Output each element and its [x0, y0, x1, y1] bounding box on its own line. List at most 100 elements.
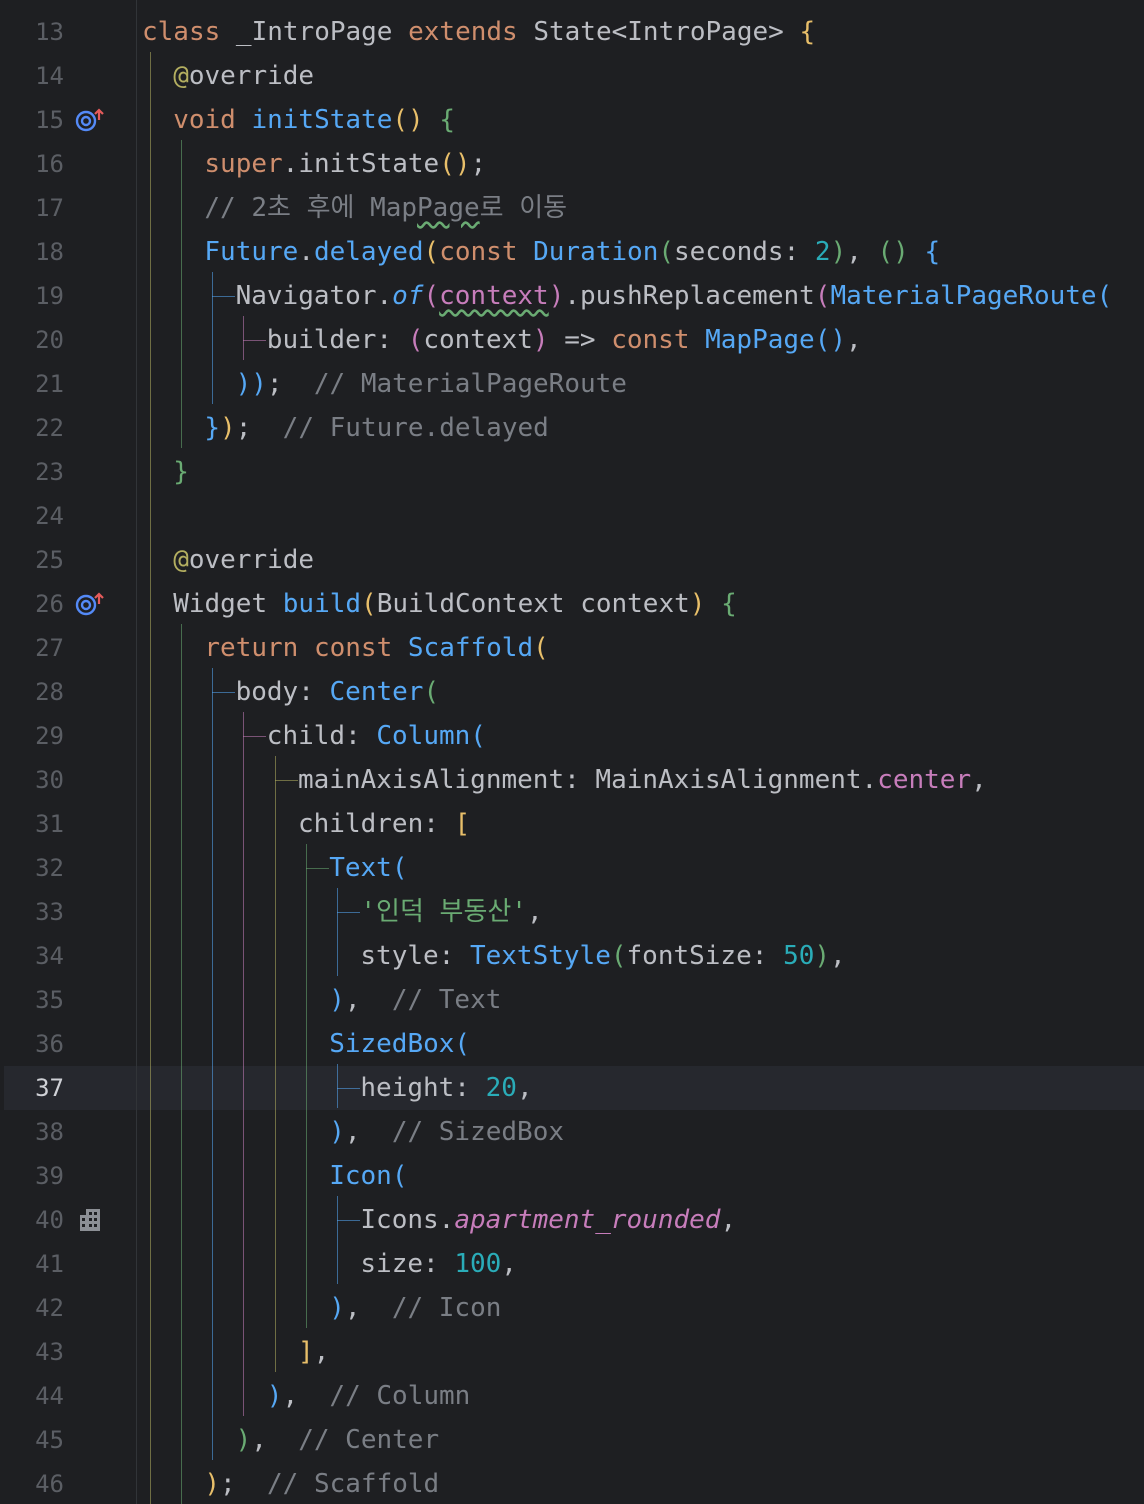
code-line[interactable]: Navigator.of(context).pushReplacement(Ma… [137, 274, 1144, 318]
code-token: , [501, 1249, 517, 1279]
gutter-row[interactable]: 25 [0, 538, 136, 582]
line-number: 25 [35, 546, 64, 574]
code-line[interactable]: // 2초 후에 MapPage로 이동 [137, 186, 1144, 230]
code-line[interactable]: style: TextStyle(fontSize: 50), [137, 934, 1144, 978]
gutter-row[interactable]: 20 [0, 318, 136, 362]
code-token: , [516, 1073, 533, 1103]
code-line[interactable]: Icons.apartment_rounded, [137, 1198, 1144, 1242]
line-number: 35 [35, 986, 64, 1014]
code-line-text: body: Center( [236, 670, 440, 714]
code-line[interactable]: ), // SizedBox [137, 1110, 1144, 1154]
gutter-row[interactable]: 22 [0, 406, 136, 450]
code-line[interactable]: height: 20, [137, 1066, 1144, 1110]
code-line[interactable]: ), // Icon [137, 1286, 1144, 1330]
code-line[interactable]: ), // Center [137, 1418, 1144, 1462]
gutter-row[interactable]: 35 [0, 978, 136, 1022]
code-line[interactable]: SizedBox( [137, 1022, 1144, 1066]
code-line[interactable]: Icon( [137, 1154, 1144, 1198]
code-line[interactable]: )); // MaterialPageRoute [137, 362, 1144, 406]
code-token: ) [548, 281, 565, 311]
gutter-row[interactable]: 13 [0, 10, 136, 54]
code-line[interactable]: class _IntroPage extends State<IntroPage… [137, 10, 1144, 54]
gutter-row[interactable]: 43 [0, 1330, 136, 1374]
code-token: )) [235, 369, 267, 399]
code-line[interactable] [137, 494, 1144, 538]
apartment-icon[interactable] [74, 1206, 106, 1234]
code-token: Column [376, 721, 471, 751]
line-number: 43 [35, 1338, 64, 1366]
gutter-row[interactable]: 26 [0, 582, 136, 626]
code-token: ( [391, 1161, 408, 1191]
gutter-row[interactable]: 30 [0, 758, 136, 802]
gutter-row[interactable]: 23 [0, 450, 136, 494]
code-line-text: // 2초 후에 MapPage로 이동 [204, 186, 567, 230]
code-line[interactable]: size: 100, [137, 1242, 1144, 1286]
code-line[interactable]: ); // Scaffold [137, 1462, 1144, 1504]
code-line[interactable]: '인덕 부동산', [137, 890, 1144, 934]
code-token: // MaterialPageRoute [313, 369, 627, 399]
gutter-row[interactable]: 45 [0, 1418, 136, 1462]
code-line[interactable]: ], [137, 1330, 1144, 1374]
gutter-row[interactable]: 42 [0, 1286, 136, 1330]
code-line[interactable]: ), // Text [137, 978, 1144, 1022]
gutter-row[interactable]: 34 [0, 934, 136, 978]
gutter-row[interactable]: 16 [0, 142, 136, 186]
code-line[interactable]: body: Center( [137, 670, 1144, 714]
gutter-row[interactable]: 39 [0, 1154, 136, 1198]
override-method-icon[interactable] [74, 590, 106, 618]
code-token: State<IntroPage> [533, 17, 800, 47]
code-line[interactable]: child: Column( [137, 714, 1144, 758]
code-editor[interactable]: 13 14 15 16 17 18 19 20 21 22 23 24 25 26 27 28 29 30 31 32… [0, 0, 1144, 1504]
code-line[interactable]: mainAxisAlignment: MainAxisAlignment.cen… [137, 758, 1144, 802]
code-line[interactable]: @override [137, 54, 1144, 98]
gutter-row[interactable]: 14 [0, 54, 136, 98]
gutter-row[interactable]: 18 [0, 230, 136, 274]
code-line-text: )); // MaterialPageRoute [236, 362, 627, 406]
code-line-text: ), // Column [267, 1374, 471, 1418]
code-line[interactable]: builder: (context) => const MapPage(), [137, 318, 1144, 362]
code-line-text: ), // SizedBox [329, 1110, 564, 1154]
code-line[interactable]: @override [137, 538, 1144, 582]
gutter-row[interactable]: 37 [0, 1066, 136, 1110]
code-line-text: } [173, 450, 189, 494]
line-number-gutter[interactable]: 13 14 15 16 17 18 19 20 21 22 23 24 25 26 27 28 29 30 31 32… [0, 0, 137, 1504]
code-line[interactable]: }); // Future.delayed [137, 406, 1144, 450]
gutter-row[interactable]: 17 [0, 186, 136, 230]
code-token: ( [610, 941, 627, 971]
code-token: ) [329, 1293, 345, 1323]
gutter-row[interactable]: 24 [0, 494, 136, 538]
line-number: 28 [35, 678, 64, 706]
code-line[interactable]: super.initState(); [137, 142, 1144, 186]
code-line[interactable]: void initState() { [137, 98, 1144, 142]
code-token: @ [173, 545, 189, 575]
gutter-row[interactable]: 36 [0, 1022, 136, 1066]
code-line[interactable]: return const Scaffold( [137, 626, 1144, 670]
code-line-text: height: 20, [360, 1066, 532, 1110]
gutter-row[interactable]: 38 [0, 1110, 136, 1154]
code-line[interactable]: } [137, 450, 1144, 494]
gutter-row[interactable]: 29 [0, 714, 136, 758]
override-method-icon[interactable] [74, 106, 106, 134]
gutter-row[interactable]: 32 [0, 846, 136, 890]
line-number: 44 [35, 1382, 64, 1410]
gutter-row[interactable]: 33 [0, 890, 136, 934]
gutter-row[interactable]: 40 [0, 1198, 136, 1242]
gutter-row[interactable]: 28 [0, 670, 136, 714]
code-line[interactable]: Text( [137, 846, 1144, 890]
code-line[interactable]: ), // Column [137, 1374, 1144, 1418]
gutter-row[interactable]: 44 [0, 1374, 136, 1418]
gutter-row[interactable]: 15 [0, 98, 136, 142]
code-line[interactable]: Future.delayed(const Duration(seconds: 2… [137, 230, 1144, 274]
gutter-row[interactable]: 19 [0, 274, 136, 318]
gutter-row[interactable]: 46 [0, 1462, 136, 1504]
code-area[interactable]: class _IntroPage extends State<IntroPage… [137, 0, 1144, 1504]
code-line[interactable]: Widget build(BuildContext context) { [137, 582, 1144, 626]
line-number: 37 [35, 1074, 64, 1102]
gutter-row[interactable]: 31 [0, 802, 136, 846]
gutter-row[interactable]: 41 [0, 1242, 136, 1286]
code-line[interactable]: children: [ [137, 802, 1144, 846]
gutter-row[interactable]: 27 [0, 626, 136, 670]
gutter-row[interactable]: 21 [0, 362, 136, 406]
line-number: 39 [35, 1162, 64, 1190]
code-token: , [344, 1117, 392, 1147]
